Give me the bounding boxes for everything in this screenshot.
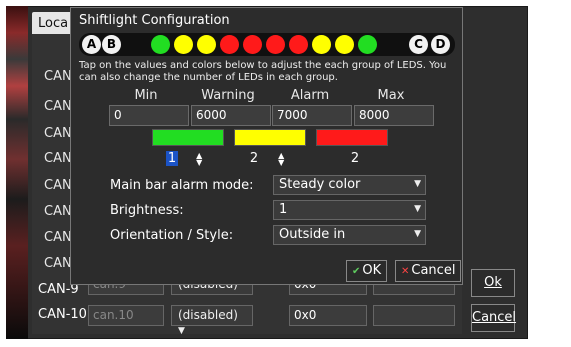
led (289, 35, 308, 54)
column-header-alarm: Alarm (290, 88, 330, 103)
cancel-button[interactable]: Cancel (471, 304, 516, 332)
dialog-cancel-label: Cancel (411, 263, 456, 278)
column-header-min: Min (134, 88, 158, 103)
stepper-arrows-icon[interactable]: ▲ ▼ (278, 151, 284, 166)
can-row-10: CAN-10 can.10 (disabled) ▼ 0x0 (36, 305, 461, 336)
min-value-field[interactable]: 0 (109, 105, 189, 126)
led (151, 35, 170, 54)
min-color-swatch[interactable] (152, 129, 224, 146)
close-icon: ✕ (401, 266, 410, 277)
can-mode-select[interactable]: (disabled) ▼ (171, 305, 253, 336)
led-count-value: 2 (350, 151, 360, 166)
ok-button[interactable]: Ok (471, 269, 515, 297)
can-row-label: CAN (44, 204, 72, 219)
led (220, 35, 239, 54)
warning-color-swatch[interactable] (234, 129, 306, 146)
column-header-max: Max (377, 88, 405, 103)
led-count-stepper-1[interactable]: 1 ▲ ▼ (166, 151, 202, 169)
instructions-text: Tap on the values and colors below to ad… (79, 60, 447, 83)
led (358, 35, 377, 54)
chevron-down-icon: ▼ (414, 204, 421, 214)
warning-value-field[interactable]: 6000 (191, 105, 271, 126)
screen: Loca CAN CAN CAN CAN CAN CAN CAN CAN CAN… (0, 0, 571, 347)
dialog-title: Shiftlight Configuration (79, 13, 230, 28)
led-end-label-c: C (409, 35, 428, 54)
alarm-mode-label: Main bar alarm mode: (110, 178, 254, 193)
chevron-down-icon: ▼ (178, 326, 185, 336)
chevron-down-icon: ▼ (414, 179, 421, 189)
chevron-down-icon: ▼ (414, 229, 421, 239)
shiftlight-dialog: Shiftlight Configuration A B C D Tap on … (70, 7, 463, 285)
engine-photo-strip (6, 6, 28, 339)
alarm-value-field[interactable]: 7000 (272, 105, 352, 126)
can-row-label: CAN-10 (38, 307, 87, 322)
led-bar[interactable]: A B C D (79, 33, 455, 56)
can-row-label: CAN (44, 256, 72, 271)
can-row-label: CAN (44, 99, 72, 114)
led-count-value[interactable]: 2 (248, 151, 260, 166)
orientation-select[interactable]: Outside in ▼ (273, 225, 426, 245)
alarm-mode-select[interactable]: Steady color ▼ (273, 175, 426, 195)
brightness-label: Brightness: (110, 203, 184, 218)
orientation-value: Outside in (279, 227, 346, 242)
can-row-label: CAN (44, 230, 72, 245)
brightness-value: 1 (279, 202, 288, 217)
led (174, 35, 193, 54)
orientation-label: Orientation / Style: (110, 228, 234, 243)
led-end-label-b: B (102, 35, 121, 54)
checkmark-icon: ✔ (352, 266, 361, 277)
dialog-cancel-button[interactable]: ✕ Cancel (395, 260, 462, 282)
dialog-ok-button[interactable]: ✔ OK (346, 260, 388, 282)
can-extra-field[interactable] (373, 305, 455, 326)
can-id-field[interactable]: can.10 (88, 305, 164, 326)
can-row-label: CAN (44, 69, 72, 84)
alarm-mode-value: Steady color (279, 177, 361, 192)
can-row-label: CAN (44, 126, 72, 141)
led (335, 35, 354, 54)
led-count-stepper-2[interactable]: 2 ▲ ▼ (248, 151, 284, 169)
alarm-color-swatch[interactable] (316, 129, 388, 146)
can-row-label: CAN (44, 178, 72, 193)
can-mode-value: (disabled) (178, 308, 238, 322)
led (312, 35, 331, 54)
column-header-warning: Warning (201, 88, 255, 103)
led-end-label-a: A (82, 35, 101, 54)
max-value-field[interactable]: 8000 (354, 105, 434, 126)
led-end-label-d: D (431, 35, 450, 54)
led (243, 35, 262, 54)
stepper-arrows-icon[interactable]: ▲ ▼ (196, 151, 202, 166)
can-value-field[interactable]: 0x0 (289, 305, 367, 326)
can-row-label: CAN (44, 151, 72, 166)
led-count-display-3: 2 (349, 151, 361, 169)
brightness-select[interactable]: 1 ▼ (273, 200, 426, 220)
dialog-ok-label: OK (362, 263, 382, 278)
led (266, 35, 285, 54)
led (197, 35, 216, 54)
led-count-value[interactable]: 1 (166, 151, 178, 166)
